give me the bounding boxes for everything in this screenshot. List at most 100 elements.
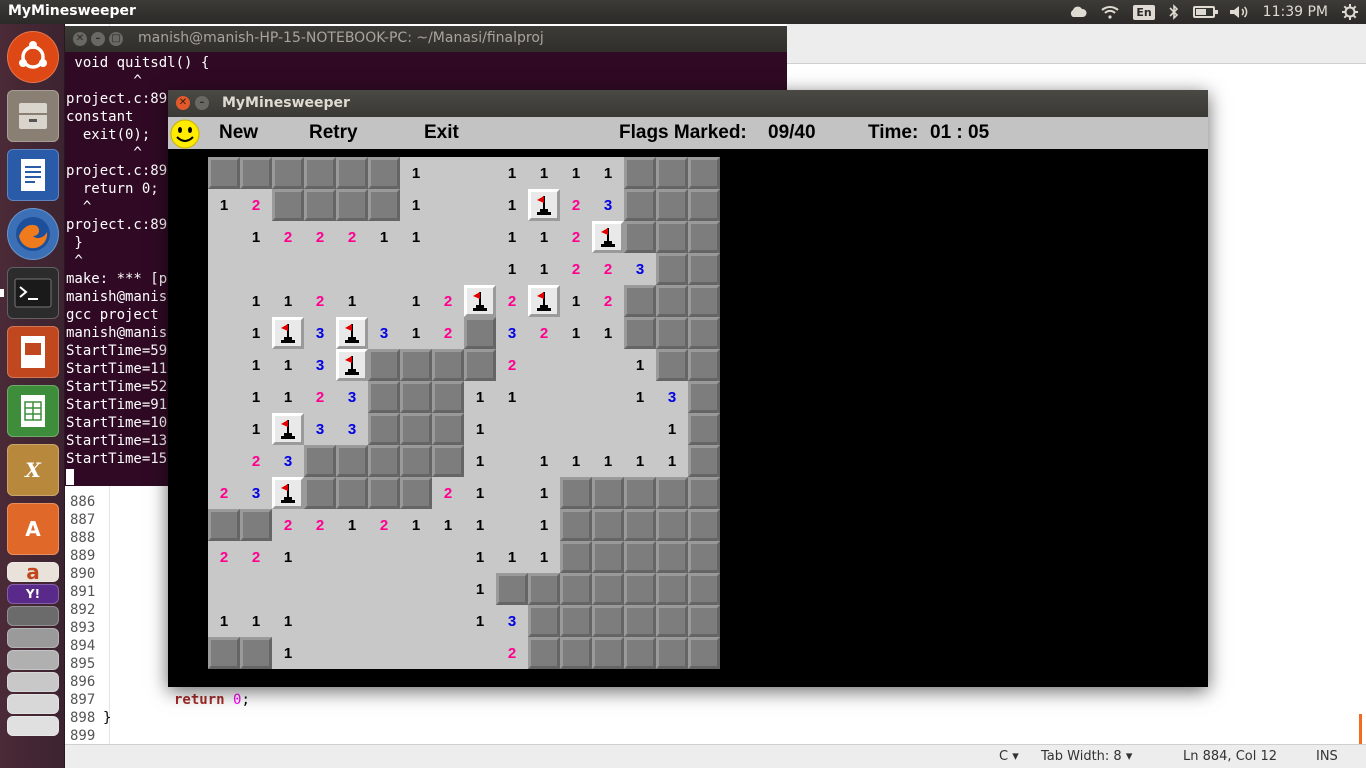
open-cell[interactable]: [400, 541, 432, 573]
covered-cell[interactable]: [464, 349, 496, 381]
open-cell[interactable]: [336, 573, 368, 605]
covered-cell[interactable]: [656, 477, 688, 509]
covered-cell[interactable]: [688, 573, 720, 605]
covered-cell[interactable]: [624, 605, 656, 637]
open-cell[interactable]: [432, 253, 464, 285]
number-cell[interactable]: 2: [368, 509, 400, 541]
open-cell[interactable]: [560, 349, 592, 381]
covered-cell[interactable]: [400, 477, 432, 509]
close-icon[interactable]: ✕: [73, 32, 87, 46]
covered-cell[interactable]: [688, 605, 720, 637]
flagged-cell[interactable]: [336, 349, 368, 381]
flagged-cell[interactable]: [528, 189, 560, 221]
covered-cell[interactable]: [400, 349, 432, 381]
open-cell[interactable]: [432, 605, 464, 637]
number-cell[interactable]: 3: [496, 605, 528, 637]
flagged-cell[interactable]: [528, 285, 560, 317]
covered-cell[interactable]: [624, 221, 656, 253]
number-cell[interactable]: 2: [336, 221, 368, 253]
covered-cell[interactable]: [624, 637, 656, 669]
number-cell[interactable]: 1: [464, 605, 496, 637]
open-cell[interactable]: [464, 637, 496, 669]
number-cell[interactable]: 1: [240, 317, 272, 349]
number-cell[interactable]: 1: [560, 445, 592, 477]
open-cell[interactable]: [208, 221, 240, 253]
covered-cell[interactable]: [624, 477, 656, 509]
files-icon[interactable]: [7, 90, 59, 142]
workspaces-icon[interactable]: [7, 606, 59, 626]
covered-cell[interactable]: [624, 541, 656, 573]
number-cell[interactable]: 1: [528, 253, 560, 285]
open-cell[interactable]: [336, 637, 368, 669]
number-cell[interactable]: 2: [432, 477, 464, 509]
covered-cell[interactable]: [656, 349, 688, 381]
number-cell[interactable]: 2: [528, 317, 560, 349]
firefox-icon[interactable]: [7, 208, 59, 260]
open-cell[interactable]: [336, 605, 368, 637]
covered-cell[interactable]: [656, 509, 688, 541]
number-cell[interactable]: 1: [336, 509, 368, 541]
covered-cell[interactable]: [688, 189, 720, 221]
number-cell[interactable]: 3: [272, 445, 304, 477]
battery-icon[interactable]: [1192, 6, 1218, 18]
open-cell[interactable]: [400, 253, 432, 285]
open-cell[interactable]: [208, 317, 240, 349]
covered-cell[interactable]: [304, 445, 336, 477]
number-cell[interactable]: 1: [464, 573, 496, 605]
maximize-icon[interactable]: □: [109, 32, 123, 46]
covered-cell[interactable]: [336, 445, 368, 477]
covered-cell[interactable]: [656, 637, 688, 669]
yahoo-mail-icon[interactable]: Y!: [7, 584, 59, 604]
game-titlebar[interactable]: ✕ – MyMinesweeper: [168, 90, 1208, 117]
open-cell[interactable]: [368, 285, 400, 317]
covered-cell[interactable]: [528, 573, 560, 605]
number-cell[interactable]: 1: [528, 509, 560, 541]
covered-cell[interactable]: [240, 509, 272, 541]
open-cell[interactable]: [336, 253, 368, 285]
number-cell[interactable]: 1: [400, 285, 432, 317]
open-cell[interactable]: [464, 157, 496, 189]
number-cell[interactable]: 1: [560, 157, 592, 189]
impress-icon[interactable]: [7, 326, 59, 378]
launcher-stack-icon[interactable]: [7, 628, 59, 648]
covered-cell[interactable]: [688, 413, 720, 445]
covered-cell[interactable]: [688, 285, 720, 317]
flagged-cell[interactable]: [336, 317, 368, 349]
number-cell[interactable]: 2: [272, 221, 304, 253]
covered-cell[interactable]: [688, 477, 720, 509]
covered-cell[interactable]: [592, 637, 624, 669]
xfig-icon[interactable]: X: [7, 444, 59, 496]
terminal-icon[interactable]: [0, 267, 59, 319]
number-cell[interactable]: 3: [304, 413, 336, 445]
number-cell[interactable]: 2: [304, 381, 336, 413]
covered-cell[interactable]: [336, 189, 368, 221]
covered-cell[interactable]: [656, 285, 688, 317]
flagged-cell[interactable]: [272, 477, 304, 509]
number-cell[interactable]: 2: [592, 285, 624, 317]
covered-cell[interactable]: [240, 637, 272, 669]
covered-cell[interactable]: [304, 157, 336, 189]
flagged-cell[interactable]: [272, 317, 304, 349]
covered-cell[interactable]: [400, 381, 432, 413]
number-cell[interactable]: 1: [624, 445, 656, 477]
covered-cell[interactable]: [432, 445, 464, 477]
code-line-return[interactable]: return 0;: [174, 692, 250, 708]
open-cell[interactable]: [464, 253, 496, 285]
covered-cell[interactable]: [592, 477, 624, 509]
open-cell[interactable]: [240, 573, 272, 605]
smiley-face-icon[interactable]: [169, 119, 201, 149]
covered-cell[interactable]: [528, 605, 560, 637]
number-cell[interactable]: 1: [496, 221, 528, 253]
covered-cell[interactable]: [400, 445, 432, 477]
tab-width-selector[interactable]: Tab Width: 8 ▾: [1041, 749, 1132, 764]
number-cell[interactable]: 3: [624, 253, 656, 285]
covered-cell[interactable]: [592, 573, 624, 605]
number-cell[interactable]: 3: [336, 381, 368, 413]
number-cell[interactable]: 1: [272, 285, 304, 317]
trash-icon[interactable]: [7, 716, 59, 736]
covered-cell[interactable]: [400, 413, 432, 445]
number-cell[interactable]: 1: [240, 605, 272, 637]
number-cell[interactable]: 1: [560, 317, 592, 349]
ubuntu-dash-icon[interactable]: [7, 31, 59, 83]
covered-cell[interactable]: [368, 477, 400, 509]
